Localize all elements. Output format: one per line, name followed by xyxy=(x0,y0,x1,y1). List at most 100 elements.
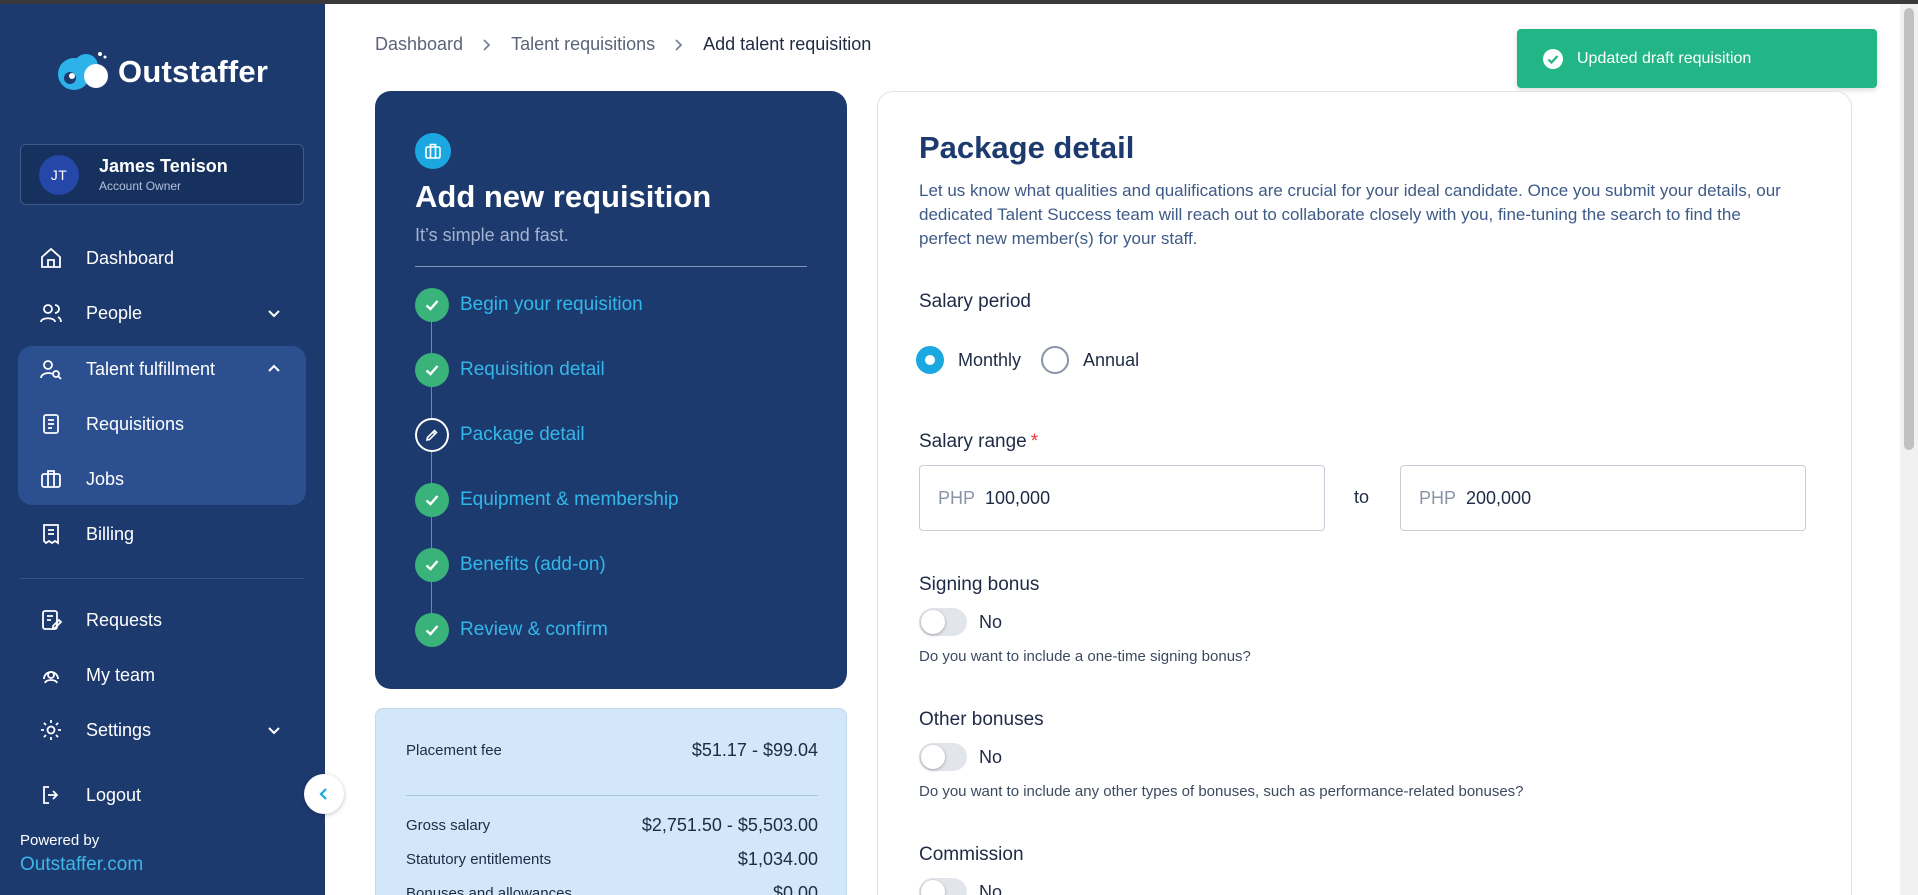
user-account-card[interactable]: JT James Tenison Account Owner xyxy=(20,144,304,205)
radio-label-annual: Annual xyxy=(1083,349,1140,370)
package-detail-form: Package detail Let us know what qualitie… xyxy=(877,91,1852,895)
other-bonuses-label: Other bonuses xyxy=(919,709,1044,730)
check-icon xyxy=(415,288,449,322)
sidebar-item-label: Logout xyxy=(86,784,142,805)
step-review-confirm[interactable]: Review & confirm xyxy=(415,612,608,648)
other-bonuses-toggle-row: No xyxy=(919,743,1002,771)
signing-bonus-toggle-row: No xyxy=(919,608,1002,636)
step-package-detail[interactable]: Package detail xyxy=(415,417,585,453)
sidebar-item-settings[interactable]: Settings xyxy=(20,704,304,756)
success-toast[interactable]: Updated draft requisition xyxy=(1517,29,1877,88)
fee-value: $51.17 - $99.04 xyxy=(691,740,818,760)
sidebar-item-talent-fulfillment[interactable]: Talent fulfillment xyxy=(20,343,304,395)
team-icon xyxy=(38,662,64,688)
salary-max-value: 200,000 xyxy=(1466,487,1532,508)
other-bonuses-toggle[interactable] xyxy=(919,743,967,771)
step-label: Benefits (add-on) xyxy=(460,554,606,575)
check-icon xyxy=(415,483,449,517)
salary-range-label: Salary range * xyxy=(919,431,1038,453)
fee-divider xyxy=(406,795,818,796)
sidebar-item-logout[interactable]: Logout xyxy=(20,769,304,821)
requisition-steps-card: Add new requisition It’s simple and fast… xyxy=(375,91,847,689)
radio-label-monthly: Monthly xyxy=(958,349,1022,370)
step-label: Review & confirm xyxy=(460,619,608,640)
fee-row: Gross salary $2,751.50 - $5,503.00 xyxy=(406,815,818,836)
radio-annual[interactable] xyxy=(1041,346,1070,374)
range-to-label: to xyxy=(1354,487,1370,507)
step-equipment-membership[interactable]: Equipment & membership xyxy=(415,482,679,518)
step-label: Equipment & membership xyxy=(460,489,679,510)
chevron-up-icon xyxy=(268,364,280,372)
sidebar-item-dashboard[interactable]: Dashboard xyxy=(20,232,304,284)
steps-divider xyxy=(415,266,807,267)
sidebar: Outstaffer JT James Tenison Account Owne… xyxy=(0,4,325,895)
required-mark: * xyxy=(1030,431,1039,452)
chevron-right-icon xyxy=(483,38,491,51)
step-label: Begin your requisition xyxy=(460,294,643,315)
sidebar-item-label: Talent fulfillment xyxy=(86,358,216,379)
salary-min-input[interactable]: PHP 100,000 xyxy=(919,465,1325,531)
check-icon xyxy=(415,353,449,387)
other-bonuses-help: Do you want to include any other types o… xyxy=(919,783,1524,800)
sidebar-item-label: Settings xyxy=(86,719,152,740)
sidebar-item-label: Billing xyxy=(86,523,135,544)
brand-name: Outstaffer xyxy=(118,54,269,89)
fee-value: $0.00 xyxy=(772,883,818,895)
commission-toggle[interactable] xyxy=(919,878,967,895)
fee-value: $2,751.50 - $5,503.00 xyxy=(641,815,818,835)
logout-icon xyxy=(38,782,64,808)
page-scrollbar[interactable] xyxy=(1900,4,1918,895)
salary-period-options: Monthly Annual xyxy=(916,346,1159,374)
currency-prefix: PHP xyxy=(938,487,976,508)
document-icon xyxy=(38,411,64,437)
breadcrumb-current: Add talent requisition xyxy=(703,34,872,54)
briefcase-icon xyxy=(38,466,64,492)
powered-by-link[interactable]: Outstaffer.com xyxy=(20,854,143,876)
toggle-state: No xyxy=(979,611,1003,632)
sidebar-item-billing[interactable]: Billing xyxy=(20,508,304,560)
gear-icon xyxy=(38,717,64,743)
steps-subtitle: It’s simple and fast. xyxy=(415,225,569,245)
page-description: Let us know what qualities and qualifica… xyxy=(919,181,1781,248)
placement-fee-row: Placement fee $51.17 - $99.04 xyxy=(406,740,818,761)
brand-logo[interactable]: Outstaffer xyxy=(52,48,268,96)
step-begin-requisition[interactable]: Begin your requisition xyxy=(415,287,643,323)
currency-prefix: PHP xyxy=(1419,487,1457,508)
sidebar-divider xyxy=(20,578,304,579)
check-icon xyxy=(415,548,449,582)
sidebar-item-my-team[interactable]: My team xyxy=(20,649,304,701)
toggle-state: No xyxy=(979,881,1003,895)
user-search-icon xyxy=(38,356,64,382)
commission-toggle-row: No xyxy=(919,878,1002,895)
salary-max-input[interactable]: PHP 200,000 xyxy=(1400,465,1806,531)
salary-range-text: Salary range xyxy=(919,431,1027,452)
breadcrumb: Dashboard Talent requisitions Add talent… xyxy=(375,34,871,55)
people-icon xyxy=(38,300,64,326)
sidebar-item-people[interactable]: People xyxy=(20,287,304,339)
sidebar-item-requisitions[interactable]: Requisitions xyxy=(20,398,304,450)
steps-title: Add new requisition xyxy=(415,179,712,214)
powered-by-label: Powered by xyxy=(20,832,100,849)
home-icon xyxy=(38,245,64,271)
pencil-icon xyxy=(415,418,449,452)
step-label: Requisition detail xyxy=(460,359,605,380)
sidebar-item-label: Jobs xyxy=(86,468,125,489)
sidebar-item-requests[interactable]: Requests xyxy=(20,594,304,646)
toast-message: Updated draft requisition xyxy=(1577,49,1752,67)
step-benefits[interactable]: Benefits (add-on) xyxy=(415,547,606,583)
chevron-down-icon xyxy=(268,310,280,318)
breadcrumb-dashboard[interactable]: Dashboard xyxy=(375,34,463,55)
breadcrumb-talent-requisitions[interactable]: Talent requisitions xyxy=(511,34,655,55)
chevron-left-icon xyxy=(319,788,327,800)
signing-bonus-toggle[interactable] xyxy=(919,608,967,636)
fee-row: Statutory entitlements $1,034.00 xyxy=(406,849,818,870)
commission-label: Commission xyxy=(919,844,1024,865)
collapse-sidebar-button[interactable] xyxy=(304,774,344,814)
salary-min-value: 100,000 xyxy=(985,487,1051,508)
sidebar-item-jobs[interactable]: Jobs xyxy=(20,453,304,505)
step-requisition-detail[interactable]: Requisition detail xyxy=(415,352,605,388)
scrollbar-thumb[interactable] xyxy=(1904,8,1914,450)
radio-monthly[interactable] xyxy=(916,346,944,374)
sidebar-item-label: Requests xyxy=(86,609,163,630)
fee-label: Gross salary xyxy=(406,817,491,834)
